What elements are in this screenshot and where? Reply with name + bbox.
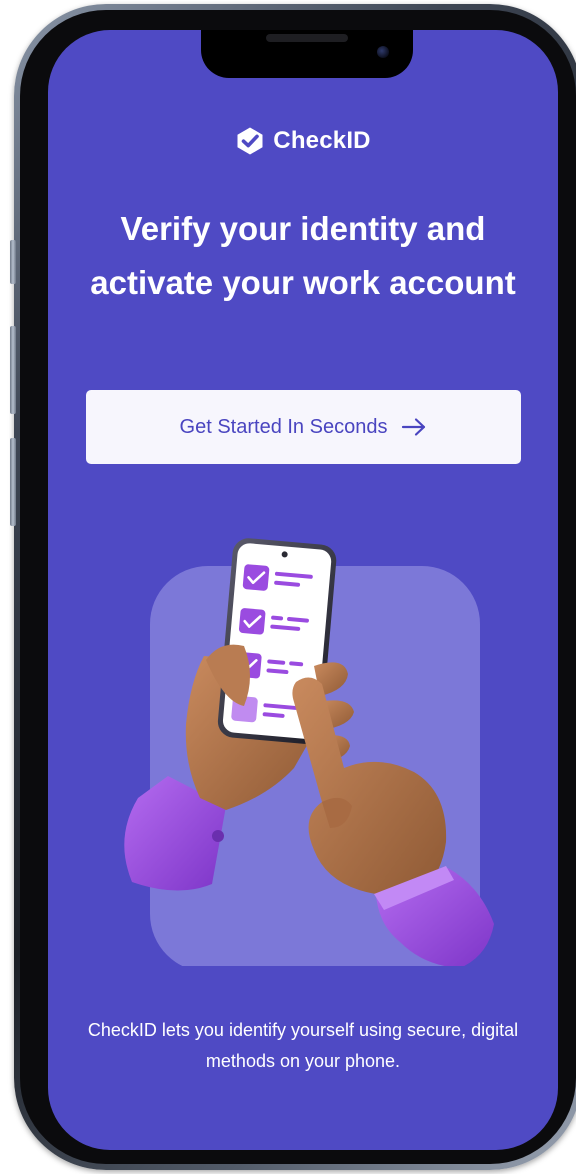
brand-name: CheckID [273, 127, 371, 154]
arrow-right-icon [402, 418, 426, 436]
get-started-button[interactable]: Get Started In Seconds [86, 390, 521, 464]
hand-holding-phone-illustration [124, 538, 494, 966]
front-camera [377, 46, 389, 58]
notch [201, 30, 413, 78]
description-text: CheckID lets you identify yourself using… [87, 1020, 519, 1071]
earpiece-speaker [266, 34, 348, 42]
silent-switch [10, 240, 16, 284]
brand-logo: CheckID [48, 126, 558, 156]
volume-down-button [10, 438, 16, 526]
app-screen: CheckID Verify your identity and activat… [48, 30, 558, 1150]
get-started-label: Get Started In Seconds [179, 415, 388, 438]
shield-check-icon [237, 127, 263, 155]
volume-up-button [10, 326, 16, 414]
page-title: Verify your identity and activate your w… [90, 210, 516, 301]
